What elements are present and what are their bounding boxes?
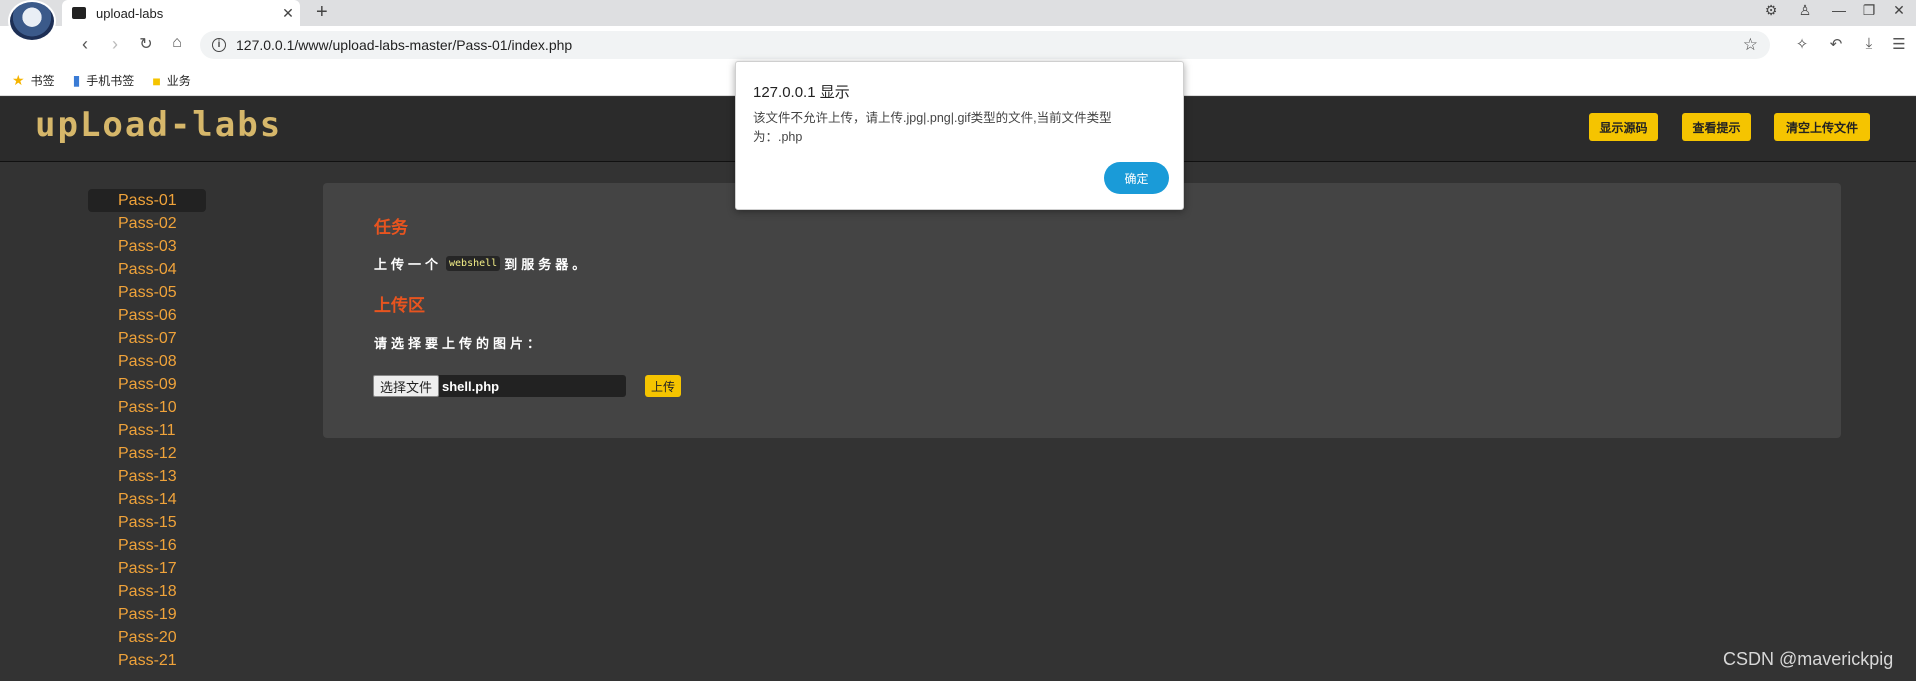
alert-dialog: 127.0.0.1 显示 该文件不允许上传，请上传.jpg|.png|.gif类… [735,61,1184,210]
sidebar-item-pass-15[interactable]: Pass-15 [88,511,206,534]
back-icon[interactable]: ‹ [73,34,97,55]
choose-image-label: 请选择要上传的图片： [374,336,545,351]
task-suffix: 到服务器。 [504,257,590,272]
sidebar-item-pass-14[interactable]: Pass-14 [88,488,206,511]
dialog-ok-button[interactable]: 确定 [1104,162,1169,194]
sidebar-item-pass-13[interactable]: Pass-13 [88,465,206,488]
restore-icon[interactable]: ❐ [1856,2,1882,19]
bookmark-label: 手机书签 [86,74,135,88]
shirt-icon[interactable]: ♙ [1792,2,1818,19]
sidebar-item-pass-12[interactable]: Pass-12 [88,442,206,465]
sidebar-item-pass-20[interactable]: Pass-20 [88,626,206,649]
sidebar-item-pass-02[interactable]: Pass-02 [88,212,206,235]
sidebar-item-pass-19[interactable]: Pass-19 [88,603,206,626]
sidebar-item-pass-18[interactable]: Pass-18 [88,580,206,603]
tab-favicon-icon [72,7,86,19]
browser-tab[interactable]: upload-labs ✕ [62,0,300,26]
sidebar-item-pass-11[interactable]: Pass-11 [88,419,206,442]
mobile-bookmark-icon: ▮ [72,72,81,88]
dialog-title: 127.0.0.1 显示 [753,84,850,101]
main-panel: 任务 上传一个 webshell 到服务器。 上传区 请选择要上传的图片： 选择… [323,183,1841,438]
sidebar-item-pass-03[interactable]: Pass-03 [88,235,206,258]
tab-title: upload-labs [96,5,164,21]
sidebar-item-pass-21[interactable]: Pass-21 [88,649,206,672]
folder-icon: ■ [152,72,161,89]
sidebar-item-pass-08[interactable]: Pass-08 [88,350,206,373]
site-logo[interactable]: upLoad-labs [35,105,282,145]
close-tab-icon[interactable]: ✕ [276,5,300,22]
bookmark-label: 业务 [166,74,191,88]
file-input[interactable]: 选择文件 shell.php [373,375,626,397]
bookmark-item[interactable]: ▮ 手机书签 [73,72,135,89]
info-icon[interactable]: i [212,38,226,52]
bookmark-item[interactable]: ■ 业务 [152,72,190,89]
undo-icon[interactable]: ↶ [1824,35,1848,53]
download-icon[interactable]: ⤓ [1857,35,1881,52]
view-hint-button[interactable]: 查看提示 [1682,113,1751,141]
task-description: 上传一个 webshell 到服务器。 [374,254,589,273]
choose-file-button[interactable]: 选择文件 [373,375,440,397]
address-bar[interactable]: i 127.0.0.1/www/upload-labs-master/Pass-… [200,31,1770,59]
bookmark-item[interactable]: ★ 书签 [12,72,55,89]
home-icon[interactable]: ⌂ [165,34,189,52]
task-heading: 任务 [374,218,408,237]
new-tab-icon[interactable]: + [316,1,328,24]
sidebar-item-pass-06[interactable]: Pass-06 [88,304,206,327]
browser-tab-bar: upload-labs ✕ + ⚙ ♙ — ❐ ✕ [0,0,1916,42]
bookmark-star-icon[interactable]: ☆ [1743,35,1758,55]
clear-uploads-button[interactable]: 清空上传文件 [1774,113,1870,141]
sidebar-item-pass-16[interactable]: Pass-16 [88,534,206,557]
forward-icon[interactable]: › [103,34,127,55]
star-icon: ★ [12,72,25,88]
profile-avatar[interactable] [8,0,56,42]
upload-button[interactable]: 上传 [645,375,681,397]
dialog-message: 该文件不允许上传，请上传.jpg|.png|.gif类型的文件,当前文件类型为：… [753,111,1112,144]
task-prefix: 上传一个 [374,257,443,272]
sidebar-item-pass-04[interactable]: Pass-04 [88,258,206,281]
url-text[interactable]: 127.0.0.1/www/upload-labs-master/Pass-01… [236,37,1743,53]
sidebar-item-pass-05[interactable]: Pass-05 [88,281,206,304]
watermark: CSDN @maverickpig [1723,649,1894,669]
extensions-menu-icon[interactable]: ⚙ [1758,2,1784,19]
sidebar-item-pass-09[interactable]: Pass-09 [88,373,206,396]
close-window-icon[interactable]: ✕ [1886,2,1912,19]
bookmark-label: 书签 [30,74,55,88]
browser-toolbar: ‹ › ↻ ⌂ i 127.0.0.1/www/upload-labs-mast… [0,26,1916,66]
selected-file-name: shell.php [442,378,500,394]
sidebar-item-pass-01[interactable]: Pass-01 [88,189,206,212]
reload-icon[interactable]: ↻ [134,34,158,54]
menu-icon[interactable]: ☰ [1887,35,1911,53]
show-source-button[interactable]: 显示源码 [1589,113,1658,141]
sidebar-item-pass-17[interactable]: Pass-17 [88,557,206,580]
task-code: webshell [446,256,501,271]
sidebar-item-pass-07[interactable]: Pass-07 [88,327,206,350]
sidebar-item-pass-10[interactable]: Pass-10 [88,396,206,419]
pass-sidebar: Pass-01 Pass-02 Pass-03 Pass-04 Pass-05 … [88,189,206,672]
extension-icon[interactable]: ✧ [1790,35,1814,53]
upload-heading: 上传区 [374,296,425,315]
minimize-icon[interactable]: — [1826,2,1852,18]
